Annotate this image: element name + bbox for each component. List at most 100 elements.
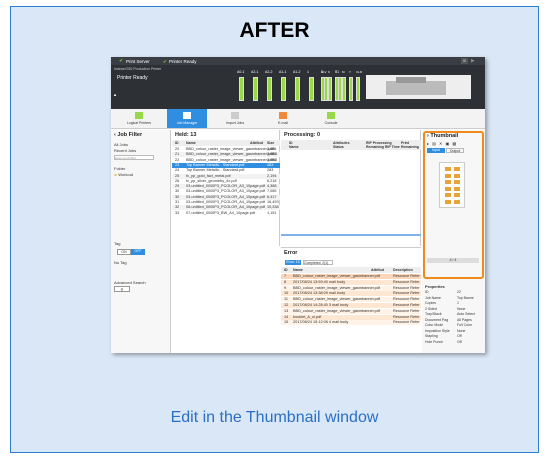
table-row[interactable]: 8 2017/08/24 13:59:40 mail body Resource R…: [281, 279, 421, 285]
property-row: Imposition Style None: [425, 328, 466, 333]
table-row[interactable]: 24 Top Banner Metallic - Standard.pdf 283: [172, 168, 280, 173]
thumbnail-panel: › Thumbnail ▸ ▤ ✕ ▣ ▦ Input Output 4 / 4…: [422, 130, 485, 353]
ink-level-bar: [356, 77, 360, 101]
error-tab[interactable]: Error: 16: [285, 260, 301, 265]
ink-label: K: [328, 70, 331, 74]
thumbnail-cell: [445, 173, 451, 178]
nav-item[interactable]: E-mail: [263, 109, 303, 128]
property-row: Color Mode Full Color: [425, 323, 472, 327]
tray-label: A2-1: [251, 70, 259, 74]
property-row: Hole Punch Off: [425, 339, 462, 344]
app-name: Print Server: [126, 58, 150, 64]
tray-label: A1-2: [293, 70, 301, 74]
page-indicator: 4 / 4: [427, 258, 479, 263]
held-title: Held: 13: [175, 132, 197, 138]
job-filter-title: ‹ Job Filter: [114, 132, 143, 138]
table-row[interactable]: 23 Top Banner Metallic - Standard.pdf 283: [172, 162, 280, 168]
thumbnail-cell: [445, 180, 451, 184]
error-header: ID Name Attribut Description: [281, 267, 421, 273]
thumbnail-cell: [454, 180, 460, 184]
held-header: ID Name Attribut Size: [172, 140, 280, 146]
table-row[interactable]: 7 BBD_colour_raster_image_viewer_gasmbann…: [281, 274, 421, 279]
nav-icon: [231, 112, 239, 119]
nav-icon: [279, 112, 287, 119]
search-icon[interactable]: ⚲: [114, 286, 130, 292]
nav-item[interactable]: Logical Printers: [119, 109, 159, 128]
held-jobs-panel: Held: 13 ID Name Attribut Size 20 BBD_col…: [172, 130, 280, 246]
table-row[interactable]: 30 03-untitled_0000P3_PCOLOR_A4_10page.pd…: [172, 194, 280, 200]
figure-heading: AFTER: [239, 19, 310, 42]
table-row[interactable]: 12 2017/08/24 14:28:40 3 mail body Resourc…: [281, 303, 421, 308]
no-tag-item[interactable]: No Tag: [114, 260, 127, 265]
tray-level-bar: [239, 77, 244, 101]
ink-level-bar: [321, 77, 325, 101]
ink-level-bar: [349, 77, 353, 101]
nav-label: Console: [324, 121, 338, 125]
ink-label: M: [342, 70, 345, 74]
ink-level-bar: [342, 77, 346, 101]
table-row[interactable]: 26 fx_pp_silver_geometry_4x.pdf 6,218: [172, 179, 280, 184]
printer-panel: Indexed760 Production Printer Printer Re…: [111, 65, 485, 109]
thumbnail-toolbar[interactable]: ▸ ▤ ✕ ▣ ▦: [427, 141, 457, 146]
tag-label: Tag: [114, 241, 121, 246]
tray-level-bar: [253, 77, 258, 101]
folder-label: Folder: [114, 166, 126, 171]
input-tab[interactable]: Input: [427, 148, 445, 153]
output-tab[interactable]: Output: [446, 148, 464, 153]
table-row[interactable]: 29 03-untitled_0000P3_PCOLOR_A3_10page.pd…: [172, 184, 280, 190]
table-row[interactable]: 21 BBD_colour_raster_image_viewer_gasmban…: [172, 152, 280, 158]
tag-on-button[interactable]: ON: [117, 249, 131, 255]
thumbnail-cell: [445, 186, 451, 191]
table-row[interactable]: 32 06-untitled_0000P3_PCOLOR_A4_10page.pd…: [172, 205, 280, 211]
thumbnail-cell: [445, 193, 451, 197]
table-row[interactable]: 30 03-untitled_0000P3_PCOLOR_A3_10page.pd…: [172, 189, 280, 194]
tray-label: 1: [307, 70, 309, 74]
nav-icon: [135, 112, 143, 119]
table-row[interactable]: 10 2017/08/24 13:38:09 mail body Resource …: [281, 291, 421, 297]
property-row: Copies 1: [425, 301, 459, 305]
table-row[interactable]: 9 BBD_colour_raster_image_viewer_gasmbann…: [281, 285, 421, 291]
thumbnail-cell: [445, 167, 451, 171]
pause-button[interactable]: II: [461, 58, 468, 64]
table-row[interactable]: 20 BBD_colour_raster_image_viewer_gasmban…: [172, 147, 280, 152]
thumbnail-title: › Thumbnail: [427, 133, 459, 139]
table-row[interactable]: 31 03-untitled_0000P3_PCOLOR_A4_10page.pd…: [172, 200, 280, 205]
processing-scrollbar[interactable]: [281, 234, 421, 236]
recent-jobs-item[interactable]: Recent Jobs: [114, 148, 136, 153]
table-row[interactable]: 15 2017/08/24 15:12:06 4 mail body Resourc…: [281, 320, 421, 326]
property-row: 2 Sided None: [425, 306, 466, 311]
table-row[interactable]: 22 BBD_colour_raster_image_viewer_gasmban…: [172, 158, 280, 163]
nav-label: Import Jobs: [225, 121, 245, 125]
table-row[interactable]: 33 07-untitled_0000P3_BW_A4_10page.pdf 1,1…: [172, 211, 280, 216]
all-jobs-item[interactable]: All Jobs: [114, 142, 128, 147]
play-button[interactable]: ▶: [471, 58, 475, 64]
expand-icon[interactable]: ▲: [113, 92, 117, 97]
nav-item[interactable]: Import Jobs: [215, 109, 255, 128]
completed-tab[interactable]: Completed: 2(1): [303, 260, 333, 265]
ink-level-bar: [328, 77, 332, 101]
table-row[interactable]: 13 BBD_colour_raster_image_viewer_gasmban…: [281, 308, 421, 314]
printer-status: Printer Ready: [169, 58, 197, 64]
table-row[interactable]: 25 fx_pp_gold_fact_metal.pdf 2,194: [172, 173, 280, 179]
table-row[interactable]: 11 BBD_colour_raster_image_viewer_gasmban…: [281, 297, 421, 303]
job-filter-search[interactable]: Enter a job filter: [114, 155, 154, 160]
nav-label: E-mail: [278, 121, 288, 125]
advanced-search-label: Advanced Search: [114, 280, 146, 285]
nav-item[interactable]: Console: [311, 109, 351, 128]
folder-workout-item[interactable]: ▰ Workout: [114, 172, 133, 177]
nav-item[interactable]: Job Manager: [167, 109, 207, 128]
table-row[interactable]: 14 booklet_A_ui.pdf Resource Refer: [281, 314, 421, 320]
printer-state: Printer Ready: [117, 75, 148, 81]
nav-icon: [327, 112, 335, 119]
tray-label: A1-1: [279, 70, 287, 74]
tag-off-button[interactable]: OFF: [131, 249, 145, 255]
processing-header: ID Name Attributes Status RIP Processing…: [281, 140, 421, 150]
processing-title: Processing: 0: [284, 132, 321, 138]
processing-panel: Processing: 0 ID Name Attributes Status …: [281, 130, 421, 246]
tray-level-bar: [295, 77, 300, 101]
ink-label: CLR: [356, 70, 363, 74]
property-row: Tray/Stack Auto Select: [425, 312, 475, 316]
page-thumbnail[interactable]: [439, 162, 465, 208]
ink-label: C: [335, 70, 338, 74]
figure-card: AFTER ✔ Print Server ✔ Printer Ready II …: [10, 6, 539, 453]
